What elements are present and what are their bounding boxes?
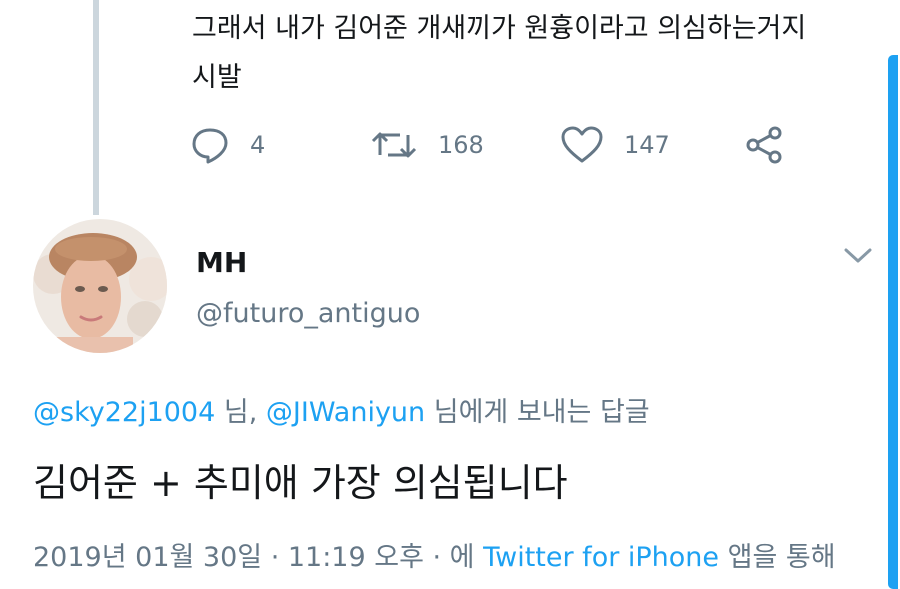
source-link[interactable]: Twitter for iPhone <box>483 542 719 573</box>
avatar-image <box>33 219 167 353</box>
more-options-button[interactable] <box>842 245 874 269</box>
previous-tweet-line-1: 그래서 내가 김어준 개새끼가 원흉이라고 의심하는거지 <box>192 13 807 44</box>
replying-to-suffix: 님에게 보내는 답글 <box>425 397 650 428</box>
reply-count: 4 <box>250 131 266 159</box>
share-button[interactable] <box>745 120 785 170</box>
tweet-meta: 2019년 01월 30일 · 11:19 오후 · 에 Twitter for… <box>33 535 836 574</box>
previous-tweet-line-2: 시발 <box>192 62 242 93</box>
author-handle[interactable]: @futuro_antiguo <box>196 298 420 329</box>
retweet-count: 168 <box>438 131 484 159</box>
like-count: 147 <box>624 131 670 159</box>
retweet-button[interactable]: 168 <box>370 120 484 170</box>
replying-to: @sky22j1004 님, @JIWaniyun 님에게 보내는 답글 <box>33 390 650 429</box>
previous-tweet-text: 그래서 내가 김어준 개새끼가 원흉이라고 의심하는거지 시발 <box>192 4 852 102</box>
replying-to-separator: 님, <box>215 397 266 428</box>
like-icon <box>561 126 603 163</box>
avatar[interactable] <box>33 219 167 353</box>
share-icon <box>746 126 782 164</box>
scrollbar[interactable] <box>888 55 898 589</box>
tweet-meta-suffix: 앱을 통해 <box>719 542 836 573</box>
reply-icon <box>192 128 228 164</box>
mention-link[interactable]: @sky22j1004 <box>33 397 215 428</box>
tweet-actions: 4 168 147 <box>190 120 810 170</box>
tweet-timestamp: 2019년 01월 30일 · 11:19 오후 · 에 <box>33 542 484 573</box>
tweet-text: 김어준 + 추미애 가장 의심됩니다 <box>33 461 568 505</box>
retweet-icon <box>371 132 417 158</box>
like-button[interactable]: 147 <box>560 120 670 170</box>
thread-line <box>93 0 99 215</box>
chevron-down-icon <box>844 248 872 263</box>
mention-link[interactable]: @JIWaniyun <box>266 397 425 428</box>
reply-button[interactable]: 4 <box>190 120 265 170</box>
author-name[interactable]: MH <box>196 246 247 279</box>
